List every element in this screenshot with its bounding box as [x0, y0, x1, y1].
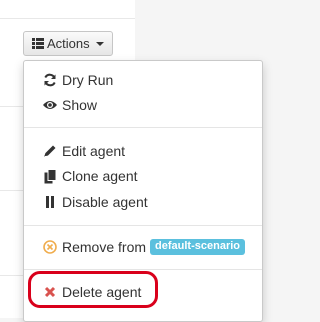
eye-icon [42, 97, 58, 113]
row-divider [0, 18, 135, 19]
refresh-icon [42, 72, 58, 88]
menu-item-label: Clone agent [62, 168, 138, 184]
menu-item-label: Dry Run [62, 72, 114, 88]
actions-button-label: Actions [47, 36, 90, 51]
pencil-icon [42, 143, 58, 159]
delete-highlight-outline [28, 271, 158, 308]
menu-divider [24, 269, 262, 270]
list-icon [32, 38, 44, 49]
menu-item-label: Show [62, 97, 98, 113]
actions-button[interactable]: Actions [23, 31, 113, 56]
menu-item-dry-run[interactable]: Dry Run [24, 68, 262, 92]
caret-down-icon [95, 41, 104, 46]
menu-item-label: Edit agent [62, 143, 126, 159]
menu-item-edit-agent[interactable]: Edit agent [24, 139, 262, 163]
menu-item-remove-from[interactable]: Remove from default-scenario [24, 235, 262, 259]
menu-divider [24, 225, 262, 226]
pause-icon [42, 194, 58, 210]
menu-item-disable-agent[interactable]: Disable agent [24, 190, 262, 214]
menu-item-label: Remove from [62, 239, 147, 255]
menu-divider [24, 127, 262, 128]
menu-item-show[interactable]: Show [24, 93, 262, 117]
copy-icon [42, 168, 58, 184]
scenario-badge: default-scenario [150, 239, 245, 255]
remove-circle-icon [42, 239, 58, 255]
menu-item-clone-agent[interactable]: Clone agent [24, 164, 262, 188]
menu-item-label: Disable agent [62, 194, 148, 210]
